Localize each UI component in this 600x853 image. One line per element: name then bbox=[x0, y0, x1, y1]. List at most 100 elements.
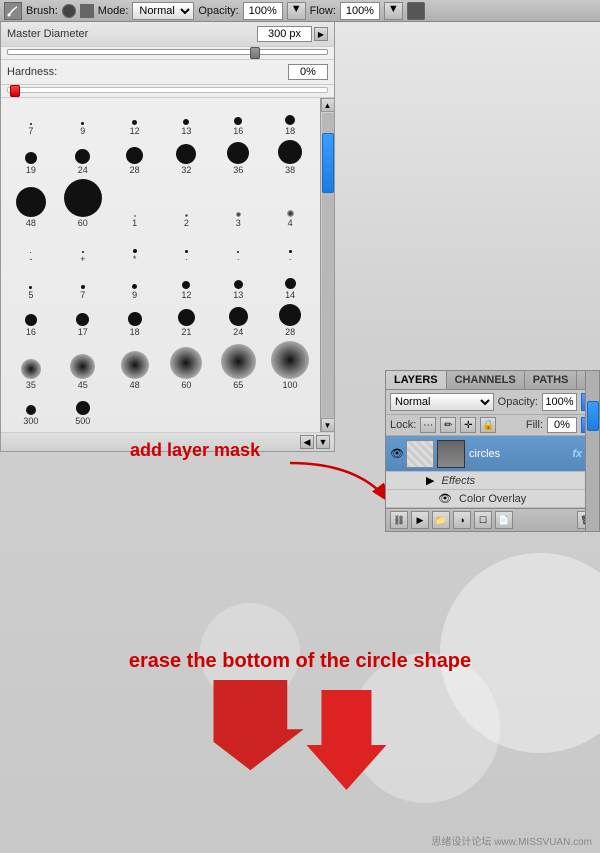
brush-cell[interactable]: 13 bbox=[160, 102, 212, 138]
brush-cell[interactable]: 65 bbox=[212, 339, 264, 392]
brush-cell[interactable]: 60 bbox=[57, 177, 109, 230]
brush-cell[interactable]: 1 bbox=[109, 177, 161, 230]
brush-cell[interactable]: + bbox=[57, 230, 109, 266]
opacity-input[interactable]: 100% bbox=[243, 2, 283, 20]
diameter-arrow[interactable]: ▶ bbox=[314, 27, 328, 41]
brush-cell[interactable]: · bbox=[264, 230, 316, 266]
mask-btn[interactable]: ☐ bbox=[474, 511, 492, 529]
brush-cell[interactable]: · bbox=[160, 230, 212, 266]
brush-cell[interactable]: * bbox=[109, 230, 161, 266]
brush-cell[interactable]: 100 bbox=[264, 339, 316, 392]
brush-cell[interactable]: 12 bbox=[160, 266, 212, 302]
link-layers-btn[interactable]: ⛓ bbox=[390, 511, 408, 529]
brush-cell[interactable]: 60 bbox=[160, 339, 212, 392]
color-overlay-eye-icon[interactable]: 👁 bbox=[438, 493, 452, 505]
brush-cell[interactable]: 2 bbox=[160, 177, 212, 230]
diameter-input[interactable]: 300 px bbox=[257, 26, 312, 42]
brush-cell[interactable]: 4 bbox=[264, 177, 316, 230]
layers-tabs: LAYERS CHANNELS PATHS ≡ bbox=[386, 371, 599, 390]
brush-cell[interactable]: 21 bbox=[160, 302, 212, 339]
brush-cell[interactable]: 17 bbox=[57, 302, 109, 339]
layers-scroll-thumb[interactable] bbox=[587, 401, 599, 431]
brush-cell[interactable]: 12 bbox=[109, 102, 161, 138]
brush-cell[interactable]: 19 bbox=[5, 138, 57, 177]
brush-cell[interactable]: 38 bbox=[264, 138, 316, 177]
brush-cell[interactable]: 16 bbox=[212, 102, 264, 138]
brush-cell[interactable]: 16 bbox=[5, 302, 57, 339]
brush-cell[interactable]: 500 bbox=[57, 392, 109, 428]
brush-size-icon[interactable] bbox=[62, 4, 76, 18]
flow-dropdown[interactable]: ▼ bbox=[384, 2, 403, 20]
brush-grid-container: 791213161819242832363848601234-+*···5791… bbox=[1, 98, 334, 432]
brush-cell[interactable]: 9 bbox=[109, 266, 161, 302]
scroll-down-btn[interactable]: ▼ bbox=[321, 418, 335, 432]
fill-label: Fill: bbox=[526, 419, 543, 431]
layers-scrollbar[interactable] bbox=[585, 371, 599, 531]
brush-cell[interactable]: 32 bbox=[160, 138, 212, 177]
lock-move-btn[interactable]: ✛ bbox=[460, 417, 476, 433]
layer-name: circles bbox=[469, 448, 572, 460]
brush-cell[interactable]: 3 bbox=[212, 177, 264, 230]
brush-tool-icon[interactable] bbox=[4, 2, 22, 20]
new-layer-btn[interactable]: 📄 bbox=[495, 511, 513, 529]
brush-cell[interactable]: 300 bbox=[5, 392, 57, 428]
hardness-slider-thumb[interactable] bbox=[10, 85, 20, 97]
brush-cell[interactable]: 28 bbox=[109, 138, 161, 177]
brush-cell[interactable]: 13 bbox=[212, 266, 264, 302]
brush-cell[interactable]: 36 bbox=[212, 138, 264, 177]
diameter-label: Master Diameter bbox=[7, 28, 257, 40]
footer-btn-1[interactable]: ◀ bbox=[300, 435, 314, 449]
scroll-track[interactable] bbox=[322, 113, 334, 417]
layer-visibility-btn[interactable]: 👁 bbox=[390, 447, 404, 461]
flow-label: Flow: bbox=[310, 5, 336, 17]
opacity-input[interactable]: 100% bbox=[542, 393, 577, 411]
tab-layers[interactable]: LAYERS bbox=[386, 371, 447, 389]
brush-cell[interactable]: 28 bbox=[264, 302, 316, 339]
blend-mode-select[interactable]: Normal bbox=[390, 393, 494, 411]
group-btn[interactable]: 📁 bbox=[432, 511, 450, 529]
brush-cell[interactable]: · bbox=[212, 230, 264, 266]
diameter-slider-track[interactable] bbox=[7, 49, 328, 55]
scroll-thumb[interactable] bbox=[322, 133, 334, 193]
tab-channels[interactable]: CHANNELS bbox=[447, 371, 525, 389]
brush-cell[interactable]: 5 bbox=[5, 266, 57, 302]
brush-options-icon[interactable] bbox=[80, 4, 94, 18]
airbrush-icon[interactable] bbox=[407, 2, 425, 20]
opacity-dropdown[interactable]: ▼ bbox=[287, 2, 306, 20]
effects-expand-icon[interactable]: ▶ bbox=[426, 475, 434, 487]
brush-scrollbar[interactable]: ▲ ▼ bbox=[320, 98, 334, 432]
hardness-slider-track[interactable] bbox=[7, 87, 328, 93]
brush-cell[interactable]: 18 bbox=[264, 102, 316, 138]
layer-fx-icon[interactable]: fx bbox=[572, 448, 582, 460]
lock-dots-btn[interactable]: ⋯ bbox=[420, 417, 436, 433]
brush-cell[interactable]: 7 bbox=[57, 266, 109, 302]
mask-arrow bbox=[280, 458, 400, 518]
fill-input[interactable]: 0% bbox=[547, 417, 577, 433]
layer-row-circles[interactable]: 👁 circles fx ▼ bbox=[386, 436, 599, 472]
adjustment-btn[interactable]: ◑ bbox=[453, 511, 471, 529]
brush-cell[interactable]: 14 bbox=[264, 266, 316, 302]
brush-cell[interactable]: 24 bbox=[212, 302, 264, 339]
layer-thumbnail bbox=[406, 440, 434, 468]
tab-paths[interactable]: PATHS bbox=[525, 371, 578, 389]
brush-cell[interactable]: 24 bbox=[57, 138, 109, 177]
scroll-up-btn[interactable]: ▲ bbox=[321, 98, 335, 112]
hardness-input[interactable]: 0% bbox=[288, 64, 328, 80]
lock-all-btn[interactable]: 🔒 bbox=[480, 417, 496, 433]
brush-cell[interactable]: 7 bbox=[5, 102, 57, 138]
brush-panel: Master Diameter 300 px ▶ Hardness: 0% 79… bbox=[0, 22, 335, 452]
brush-cell[interactable]: 48 bbox=[5, 177, 57, 230]
brush-cell[interactable]: 48 bbox=[109, 339, 161, 392]
lock-paint-btn[interactable]: ✏ bbox=[440, 417, 456, 433]
flow-input[interactable]: 100% bbox=[340, 2, 380, 20]
brush-cell[interactable]: 9 bbox=[57, 102, 109, 138]
brush-cell[interactable]: - bbox=[5, 230, 57, 266]
brush-grid: 791213161819242832363848601234-+*···5791… bbox=[1, 98, 320, 432]
expand-btn[interactable]: ▶ bbox=[411, 511, 429, 529]
brush-cell[interactable]: 45 bbox=[57, 339, 109, 392]
brush-cell[interactable]: 35 bbox=[5, 339, 57, 392]
footer-btn-2[interactable]: ▼ bbox=[316, 435, 330, 449]
brush-cell[interactable]: 18 bbox=[109, 302, 161, 339]
mode-select[interactable]: Normal bbox=[132, 2, 194, 20]
diameter-slider-thumb[interactable] bbox=[250, 47, 260, 59]
